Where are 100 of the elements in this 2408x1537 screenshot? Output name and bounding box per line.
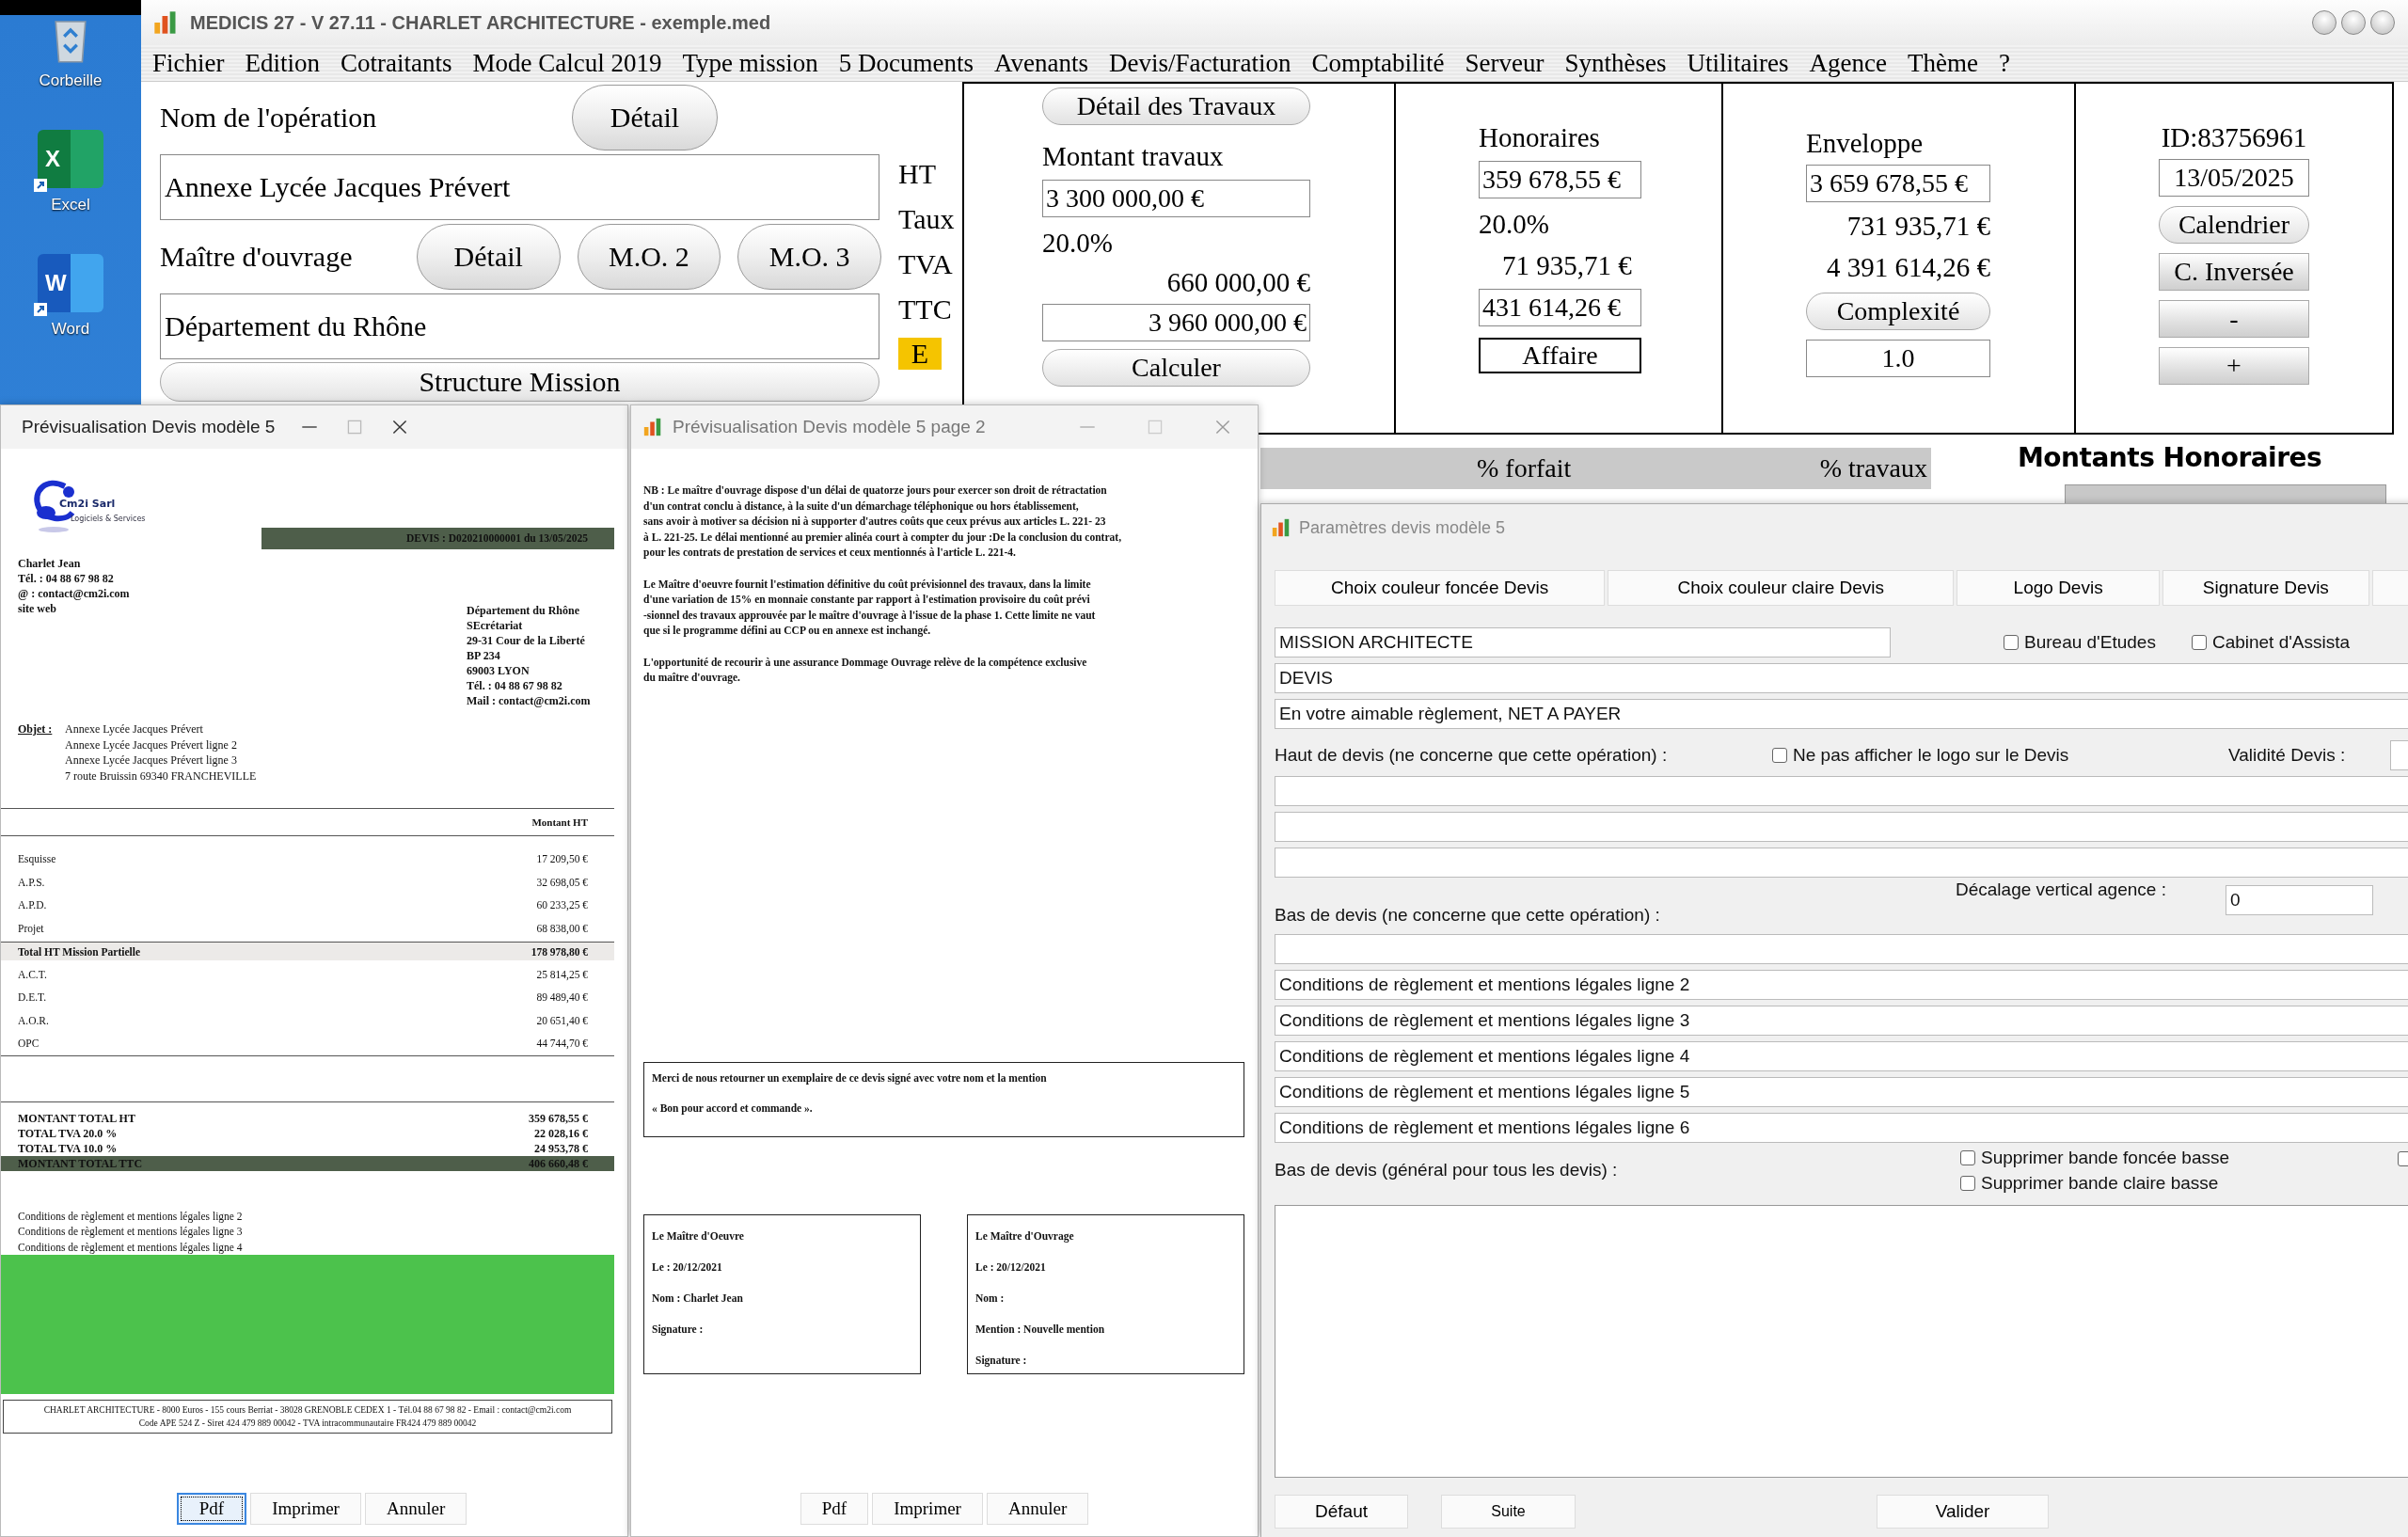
menu-item[interactable]: Avenants bbox=[984, 48, 1100, 78]
complexity-button[interactable]: Complexité bbox=[1806, 293, 1990, 330]
recipient-address: Département du Rhône SEcrétariat 29-31 Cour de la Liberté BP 234 69003 LYON Tél. : 04 88 67 98 82 Mail : contact@cm2i.com bbox=[467, 603, 591, 708]
menu-item[interactable]: 5 Documents bbox=[828, 48, 985, 78]
menu-item[interactable]: Type mission bbox=[672, 48, 829, 78]
action-button[interactable]: Calendrier bbox=[2159, 206, 2309, 244]
action-button[interactable]: C. Inversée bbox=[2159, 253, 2309, 291]
dialog-button[interactable]: Pdf bbox=[800, 1493, 869, 1525]
window-control-button[interactable] bbox=[2312, 10, 2337, 35]
menu-item[interactable]: Fichier bbox=[142, 48, 235, 78]
line-label: A.P.D. bbox=[18, 899, 47, 911]
header-line-field[interactable] bbox=[1275, 776, 2408, 806]
detail-button[interactable]: Détail bbox=[572, 85, 718, 151]
line-amount: 32 698,05 € bbox=[536, 876, 588, 888]
checkbox[interactable]: Supprimer bande foncée basse bbox=[1960, 1147, 2398, 1168]
icon-label: Word bbox=[51, 320, 90, 339]
option-button[interactable]: Logo Devis bbox=[1956, 570, 2160, 606]
owner-button[interactable]: Détail bbox=[416, 224, 561, 290]
owner-button[interactable]: M.O. 2 bbox=[577, 224, 721, 290]
owner-button[interactable]: M.O. 3 bbox=[737, 224, 881, 290]
title-field[interactable]: DEVIS bbox=[1275, 663, 2408, 693]
complexity-field[interactable]: 1.0 bbox=[1806, 340, 1990, 377]
dialog-button[interactable]: Suite bbox=[1441, 1495, 1576, 1529]
menu-item[interactable]: Synthèses bbox=[1554, 48, 1677, 78]
checkbox[interactable]: Cabinet d'Assista bbox=[2191, 632, 2351, 653]
menu-item[interactable]: Thème bbox=[1896, 48, 1988, 78]
work-detail-button[interactable]: Détail des Travaux bbox=[1042, 87, 1310, 125]
operation-field[interactable]: Annexe Lycée Jacques Prévert bbox=[160, 154, 879, 220]
total-label: TOTAL TVA 20.0 % bbox=[18, 1125, 118, 1141]
signature-text: Nom : bbox=[975, 1291, 1006, 1306]
footer-text-area[interactable] bbox=[1275, 1205, 2408, 1478]
rate-text: 20.0% bbox=[1042, 227, 1113, 259]
signature-text: Le : 20/12/2021 bbox=[975, 1260, 1047, 1275]
tax-label: TTC bbox=[898, 293, 953, 326]
field-label: Montant travaux bbox=[1042, 140, 1224, 172]
window-control-button[interactable] bbox=[2370, 10, 2395, 35]
amount-text: 4 391 614,26 € bbox=[1826, 251, 1990, 283]
amount-field[interactable]: 3 960 000,00 € bbox=[1042, 304, 1310, 341]
condition-text: Conditions de règlement et mentions légales ligne 3 bbox=[18, 1225, 244, 1240]
field-label: Maître d'ouvrage bbox=[160, 241, 354, 273]
header-line-field[interactable] bbox=[1275, 812, 2408, 842]
menu-item[interactable]: Comptabilité bbox=[1301, 48, 1455, 78]
amount-field[interactable]: 359 678,55 € bbox=[1479, 161, 1641, 198]
amount-text: 71 935,71 € bbox=[1501, 249, 1632, 281]
owner-field[interactable]: Département du Rhône bbox=[160, 293, 879, 359]
line-amount: 25 814,25 € bbox=[536, 968, 588, 980]
object-text: Annexe Lycée Jacques Prévert Annexe Lycée Jacques Prévert ligne 2 Annexe Lycée Jacques Prévert ligne 3 7 route Bruissin 69340 FRANCHEVILLE bbox=[65, 721, 257, 784]
action-button[interactable]: - bbox=[2159, 300, 2309, 338]
footer-line-field[interactable]: Conditions de règlement et mentions légales ligne 3 bbox=[1275, 1006, 2408, 1036]
header-line-field[interactable] bbox=[1275, 848, 2408, 878]
dialog-button[interactable]: Pdf bbox=[176, 1493, 247, 1525]
section-label: Haut de devis (ne concerne que cette opération) : bbox=[1275, 745, 1669, 766]
mission-field[interactable]: MISSION ARCHITECTE bbox=[1275, 627, 1891, 658]
menu-item[interactable]: ? bbox=[1988, 48, 2020, 78]
case-field[interactable]: Affaire bbox=[1479, 338, 1641, 373]
option-button[interactable]: Signature Devis bbox=[2162, 570, 2369, 606]
footer-line-field[interactable]: Conditions de règlement et mentions légales ligne 6 bbox=[1275, 1113, 2408, 1143]
offset-field[interactable]: 0 bbox=[2226, 885, 2373, 915]
checkbox[interactable]: Ne pas afficher le logo sur le Devis bbox=[1772, 745, 2228, 766]
menu-item[interactable]: Devis/Facturation bbox=[1099, 48, 1302, 78]
menu-item[interactable]: Serveur bbox=[1454, 48, 1555, 78]
payment-field[interactable]: En votre aimable règlement, NET A PAYER bbox=[1275, 699, 2408, 729]
dialog-button[interactable]: Imprimer bbox=[250, 1493, 361, 1525]
date-field[interactable]: 13/05/2025 bbox=[2159, 159, 2309, 197]
option-button[interactable]: Choix couleur claire Devis bbox=[1608, 570, 1955, 606]
action-button[interactable]: + bbox=[2159, 347, 2309, 385]
footer-line-field[interactable] bbox=[1275, 934, 2408, 964]
window-control-button[interactable] bbox=[2341, 10, 2366, 35]
checkbox[interactable]: Bureau d'Etudes bbox=[2004, 632, 2156, 653]
section-label: Bas de devis (général pour tous les devis) : bbox=[1275, 1160, 1619, 1180]
amount-field[interactable]: 3 659 678,55 € bbox=[1806, 165, 1990, 202]
menu-item[interactable]: Mode Calcul 2019 bbox=[462, 48, 673, 78]
footer-line-field[interactable]: Conditions de règlement et mentions légales ligne 2 bbox=[1275, 970, 2408, 1000]
option-button[interactable]: Choix couleur foncée Devis bbox=[1275, 570, 1606, 606]
dialog-button[interactable]: Imprimer bbox=[872, 1493, 983, 1525]
structure-mission-button[interactable]: Structure Mission bbox=[160, 362, 879, 402]
app-icon bbox=[1271, 517, 1291, 538]
line-label: A.C.T. bbox=[18, 968, 47, 980]
dialog-button[interactable]: Annuler bbox=[986, 1493, 1089, 1525]
window-title: Prévisualisation Devis modèle 5 bbox=[22, 417, 276, 437]
line-amount: 44 744,70 € bbox=[536, 1038, 588, 1050]
signature-text: Nom : Charlet Jean bbox=[652, 1291, 744, 1306]
dialog-button[interactable]: Défaut bbox=[1275, 1495, 1408, 1529]
note-text: Merci de nous retourner un exemplaire de ce devis signé avec votre nom et la mention bbox=[652, 1070, 1048, 1085]
footer-line-field[interactable]: Conditions de règlement et mentions légales ligne 4 bbox=[1275, 1041, 2408, 1071]
menu-item[interactable]: Utilitaires bbox=[1676, 48, 1799, 78]
amount-field[interactable]: 3 300 000,00 € bbox=[1042, 180, 1310, 217]
window-title: Prévisualisation Devis modèle 5 page 2 bbox=[673, 417, 986, 437]
dialog-button[interactable]: Valider bbox=[1877, 1495, 2049, 1529]
amount-field[interactable]: 431 614,26 € bbox=[1479, 289, 1641, 326]
total-amount: 406 660,48 € bbox=[529, 1155, 588, 1171]
signature-text: Signature : bbox=[975, 1353, 1028, 1369]
menu-item[interactable]: Agence bbox=[1798, 48, 1897, 78]
menu-item[interactable]: Cotraitants bbox=[330, 48, 463, 78]
dialog-button[interactable]: Annuler bbox=[364, 1493, 467, 1525]
calculate-button[interactable]: Calculer bbox=[1042, 349, 1310, 387]
checkbox[interactable]: Supprimer bande claire basse bbox=[1960, 1172, 2398, 1194]
icon-label: Excel bbox=[51, 196, 90, 214]
footer-line-field[interactable]: Conditions de règlement et mentions légales ligne 5 bbox=[1275, 1077, 2408, 1107]
menu-item[interactable]: Edition bbox=[234, 48, 330, 78]
